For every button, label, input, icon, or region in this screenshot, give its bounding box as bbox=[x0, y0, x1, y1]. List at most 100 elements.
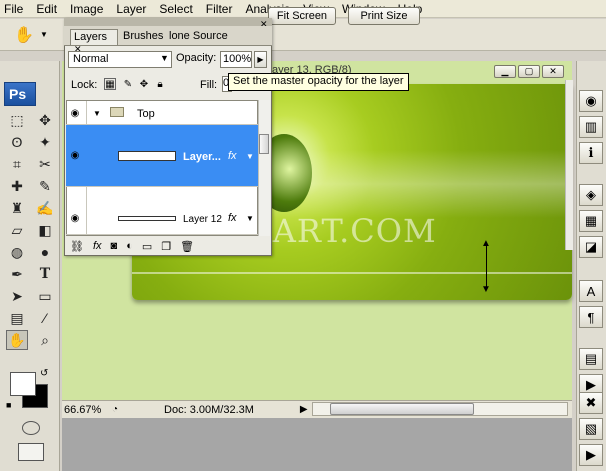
effects-expand-icon[interactable]: ▼ bbox=[246, 214, 254, 223]
zoom-level[interactable]: 66.67% bbox=[64, 404, 108, 416]
shape-tool-icon[interactable]: ▭ bbox=[34, 286, 56, 306]
group-expand-icon[interactable]: ▼ bbox=[93, 109, 101, 118]
notes-tool-icon[interactable]: ▤ bbox=[6, 308, 28, 328]
path-selection-tool-icon[interactable]: ➤ bbox=[6, 286, 28, 306]
lock-position-icon[interactable]: ✥ bbox=[138, 78, 150, 90]
add-layer-style-icon[interactable]: fx bbox=[93, 240, 102, 252]
new-group-icon[interactable]: ▭ bbox=[142, 240, 152, 253]
character-panel-icon[interactable]: A bbox=[579, 280, 603, 302]
status-arrow-icon[interactable]: ▶ bbox=[300, 404, 308, 415]
delete-layer-icon[interactable]: 🗑︎ bbox=[180, 240, 194, 253]
hand-tool-icon[interactable]: ✋ bbox=[6, 330, 28, 350]
swatches-panel-icon[interactable]: ▦ bbox=[579, 210, 603, 232]
layer-row[interactable] bbox=[66, 187, 258, 235]
opacity-slider-arrow-icon[interactable]: ▶ bbox=[254, 51, 267, 68]
menu-edit[interactable]: Edit bbox=[36, 2, 57, 16]
layer-list-scrollbar[interactable] bbox=[258, 100, 270, 236]
color-panel-icon[interactable]: ◈ bbox=[579, 184, 603, 206]
tools-preset-panel-icon[interactable]: ✖ bbox=[579, 392, 603, 414]
tool-grid: ⬚ ✥ ʘ ✦ ⌗ ✂ ✚ ✎ ♜ ✍ ▱ ◧ ◍ ● ✒ T ➤ ▭ ▤ ⁄ … bbox=[6, 110, 56, 350]
quick-mask-icon[interactable] bbox=[22, 421, 40, 435]
clone-stamp-tool-icon[interactable]: ♜ bbox=[6, 198, 28, 218]
close-icon[interactable]: ✕ bbox=[542, 65, 564, 78]
new-layer-icon[interactable]: ❐ bbox=[161, 240, 171, 253]
clone-source-panel-icon[interactable]: ▶ bbox=[579, 444, 603, 466]
layers-panel-grip[interactable] bbox=[64, 18, 272, 26]
fit-screen-button[interactable]: Fit Screen bbox=[268, 7, 336, 25]
layer-thumbnail bbox=[118, 151, 176, 161]
history-brush-tool-icon[interactable]: ✍ bbox=[34, 198, 56, 218]
hand-tool-icon[interactable]: ✋ bbox=[14, 25, 34, 45]
pen-tool-icon[interactable]: ✒ bbox=[6, 264, 28, 284]
history-panel-icon[interactable]: ▤ bbox=[579, 348, 603, 370]
lasso-tool-icon[interactable]: ʘ bbox=[6, 132, 28, 152]
tab-layers-label: Layers bbox=[74, 31, 108, 43]
move-tool-icon[interactable]: ✥ bbox=[34, 110, 56, 130]
marquee-tool-icon[interactable]: ⬚ bbox=[6, 110, 28, 130]
menu-layer[interactable]: Layer bbox=[116, 2, 146, 16]
gradient-tool-icon[interactable]: ◧ bbox=[34, 220, 56, 240]
foreground-color-swatch-front bbox=[10, 372, 36, 396]
doc-size-readout: Doc: 3.00M/32.3M bbox=[164, 403, 254, 416]
effects-expand-icon[interactable]: ▼ bbox=[246, 152, 254, 161]
menu-image[interactable]: Image bbox=[70, 2, 103, 16]
minimize-icon[interactable]: ▁ bbox=[494, 65, 516, 78]
type-tool-icon[interactable]: T bbox=[34, 264, 56, 284]
visibility-eye-icon[interactable]: ◉ bbox=[68, 213, 82, 224]
document-window-controls: ▁ ▢ ✕ bbox=[494, 65, 568, 79]
histogram-panel-icon[interactable]: ▥ bbox=[579, 116, 603, 138]
maximize-icon[interactable]: ▢ bbox=[518, 65, 540, 78]
dodge-tool-icon[interactable]: ● bbox=[34, 242, 56, 262]
photoshop-logo: Ps bbox=[4, 82, 36, 106]
slice-tool-icon[interactable]: ✂ bbox=[34, 154, 56, 174]
menu-select[interactable]: Select bbox=[159, 2, 192, 16]
layer-name: Layer 12 bbox=[183, 214, 222, 225]
lock-all-icon[interactable]: 🔒︎ bbox=[154, 78, 166, 90]
zoom-tool-icon[interactable]: ⌕ bbox=[34, 330, 56, 350]
blur-tool-icon[interactable]: ◍ bbox=[6, 242, 28, 262]
blend-mode-select[interactable]: Normal bbox=[68, 51, 172, 68]
document-vertical-scrollbar[interactable] bbox=[565, 80, 573, 250]
lock-transparency-icon[interactable]: ▦ bbox=[104, 78, 116, 90]
opacity-input[interactable]: 100% bbox=[220, 51, 252, 68]
status-menu-icon[interactable]: ◔ bbox=[112, 404, 118, 415]
tab-clone-source[interactable]: lone Source bbox=[166, 29, 231, 45]
info-panel-icon[interactable]: ℹ bbox=[579, 142, 603, 164]
menu-file[interactable]: File bbox=[4, 2, 23, 16]
default-colors-icon[interactable]: ■ bbox=[6, 400, 11, 410]
arrow-up-icon: ▲ bbox=[481, 238, 491, 249]
folder-icon bbox=[110, 107, 124, 117]
crop-tool-icon[interactable]: ⌗ bbox=[6, 154, 28, 174]
visibility-eye-icon[interactable]: ◉ bbox=[68, 108, 82, 119]
menu-filter[interactable]: Filter bbox=[206, 2, 233, 16]
visibility-eye-icon[interactable]: ◉ bbox=[68, 150, 82, 161]
fill-label: Fill: bbox=[200, 79, 218, 91]
magic-wand-tool-icon[interactable]: ✦ bbox=[34, 132, 56, 152]
layer-effects-icon[interactable]: fx bbox=[228, 150, 237, 162]
horizontal-scroll-thumb[interactable] bbox=[330, 403, 474, 415]
styles-panel-icon[interactable]: ◪ bbox=[579, 236, 603, 258]
arrow-down-icon: ▼ bbox=[481, 284, 491, 295]
layer-effects-icon[interactable]: fx bbox=[228, 212, 237, 224]
brush-tool-icon[interactable]: ✎ bbox=[34, 176, 56, 196]
swap-colors-icon[interactable]: ↺ bbox=[40, 368, 48, 379]
chevron-down-icon[interactable]: ▼ bbox=[160, 53, 169, 63]
eraser-tool-icon[interactable]: ▱ bbox=[6, 220, 28, 240]
tab-brushes[interactable]: Brushes bbox=[120, 29, 166, 45]
screen-mode-icon[interactable] bbox=[18, 443, 44, 461]
layer-list-scroll-thumb[interactable] bbox=[259, 134, 269, 154]
link-layers-icon[interactable]: ⛓ bbox=[70, 240, 84, 253]
layer-comps-panel-icon[interactable]: ▧ bbox=[579, 418, 603, 440]
tool-preset-caret-icon[interactable]: ▼ bbox=[40, 30, 48, 39]
lock-image-icon[interactable]: ✎ bbox=[122, 78, 134, 90]
paragraph-panel-icon[interactable]: ¶ bbox=[579, 306, 603, 328]
layers-panel-footer: ⛓ fx ◙ ◐ ▭ ❐ 🗑︎ bbox=[66, 238, 258, 254]
navigator-panel-icon[interactable]: ◉ bbox=[579, 90, 603, 112]
add-mask-icon[interactable]: ◙ bbox=[111, 240, 118, 252]
healing-brush-tool-icon[interactable]: ✚ bbox=[6, 176, 28, 196]
opacity-tooltip: Set the master opacity for the layer bbox=[228, 73, 409, 91]
adjustment-layer-icon[interactable]: ◐ bbox=[126, 240, 133, 252]
tab-layers[interactable]: Layers ✕ bbox=[70, 29, 118, 54]
eyedropper-tool-icon[interactable]: ⁄ bbox=[34, 308, 56, 328]
print-size-button[interactable]: Print Size bbox=[348, 7, 420, 25]
